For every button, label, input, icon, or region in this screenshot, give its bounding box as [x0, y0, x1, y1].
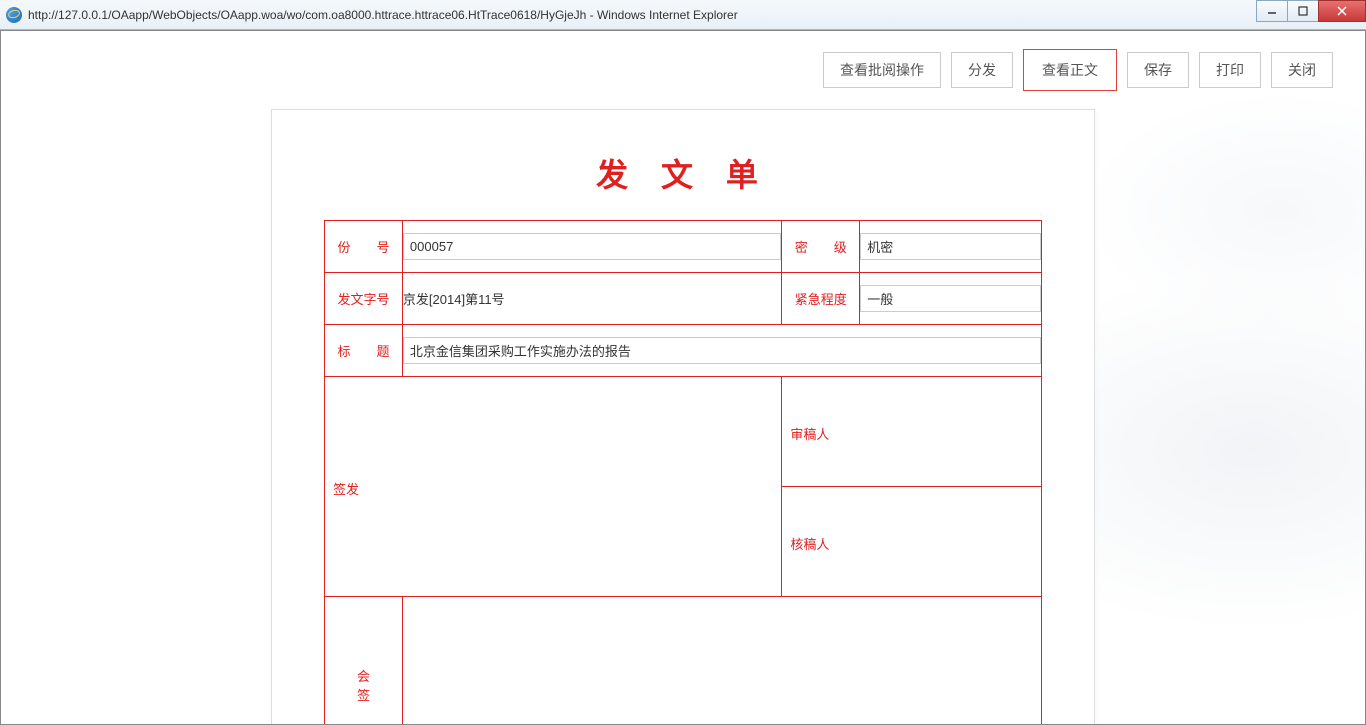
view-body-button[interactable]: 查看正文: [1023, 49, 1117, 91]
cell-subject: [402, 325, 1041, 377]
label-dispatch-no: 发文字号: [325, 273, 403, 325]
content-scroll-area[interactable]: 查看批阅操作 分发 查看正文 保存 打印 关闭 发 文 单 份 号: [0, 30, 1366, 725]
cell-reviewer: 审稿人: [782, 377, 1042, 487]
ie-icon: [6, 7, 22, 23]
cell-countersign: [402, 597, 1041, 725]
label-serial-no: 份 号: [325, 221, 403, 273]
serial-no-input[interactable]: [403, 233, 781, 260]
label-subject: 标 题: [325, 325, 403, 377]
window-title: http://127.0.0.1/OAapp/WebObjects/OAapp.…: [28, 8, 738, 22]
cell-dispatch-no: 京发[2014]第11号: [402, 273, 781, 325]
label-urgency: 紧急程度: [782, 273, 860, 325]
minimize-button[interactable]: [1256, 0, 1288, 22]
label-secret-level: 密 级: [782, 221, 860, 273]
subject-input[interactable]: [403, 337, 1041, 364]
label-countersign: 会签: [325, 597, 403, 725]
label-reviewer: 审稿人: [782, 420, 1041, 443]
cell-secret-level: [860, 221, 1042, 273]
cell-serial-no: [402, 221, 781, 273]
document-page: 发 文 单 份 号 密 级: [271, 109, 1095, 725]
close-button[interactable]: 关闭: [1271, 52, 1333, 88]
cell-urgency: [860, 273, 1042, 325]
distribute-button[interactable]: 分发: [951, 52, 1013, 88]
save-button[interactable]: 保存: [1127, 52, 1189, 88]
maximize-button[interactable]: [1287, 0, 1319, 22]
window-controls: [1257, 0, 1366, 22]
cell-sign-issue: 签发: [325, 377, 782, 597]
view-approve-button[interactable]: 查看批阅操作: [823, 52, 941, 88]
secret-level-input[interactable]: [860, 233, 1041, 260]
print-button[interactable]: 打印: [1199, 52, 1261, 88]
dispatch-form-table: 份 号 密 级 发文字号 京发[2014]第11号 紧急程度: [324, 220, 1042, 725]
urgency-input[interactable]: [860, 285, 1041, 312]
close-window-button[interactable]: [1318, 0, 1366, 22]
dispatch-no-value: 京发[2014]第11号: [403, 285, 781, 312]
label-sign-issue: 签发: [325, 475, 781, 498]
label-verifier: 核稿人: [782, 530, 1041, 553]
action-toolbar: 查看批阅操作 分发 查看正文 保存 打印 关闭: [1, 31, 1365, 109]
form-title: 发 文 单: [272, 150, 1094, 196]
window-titlebar: http://127.0.0.1/OAapp/WebObjects/OAapp.…: [0, 0, 1366, 30]
cell-verifier: 核稿人: [782, 487, 1042, 597]
